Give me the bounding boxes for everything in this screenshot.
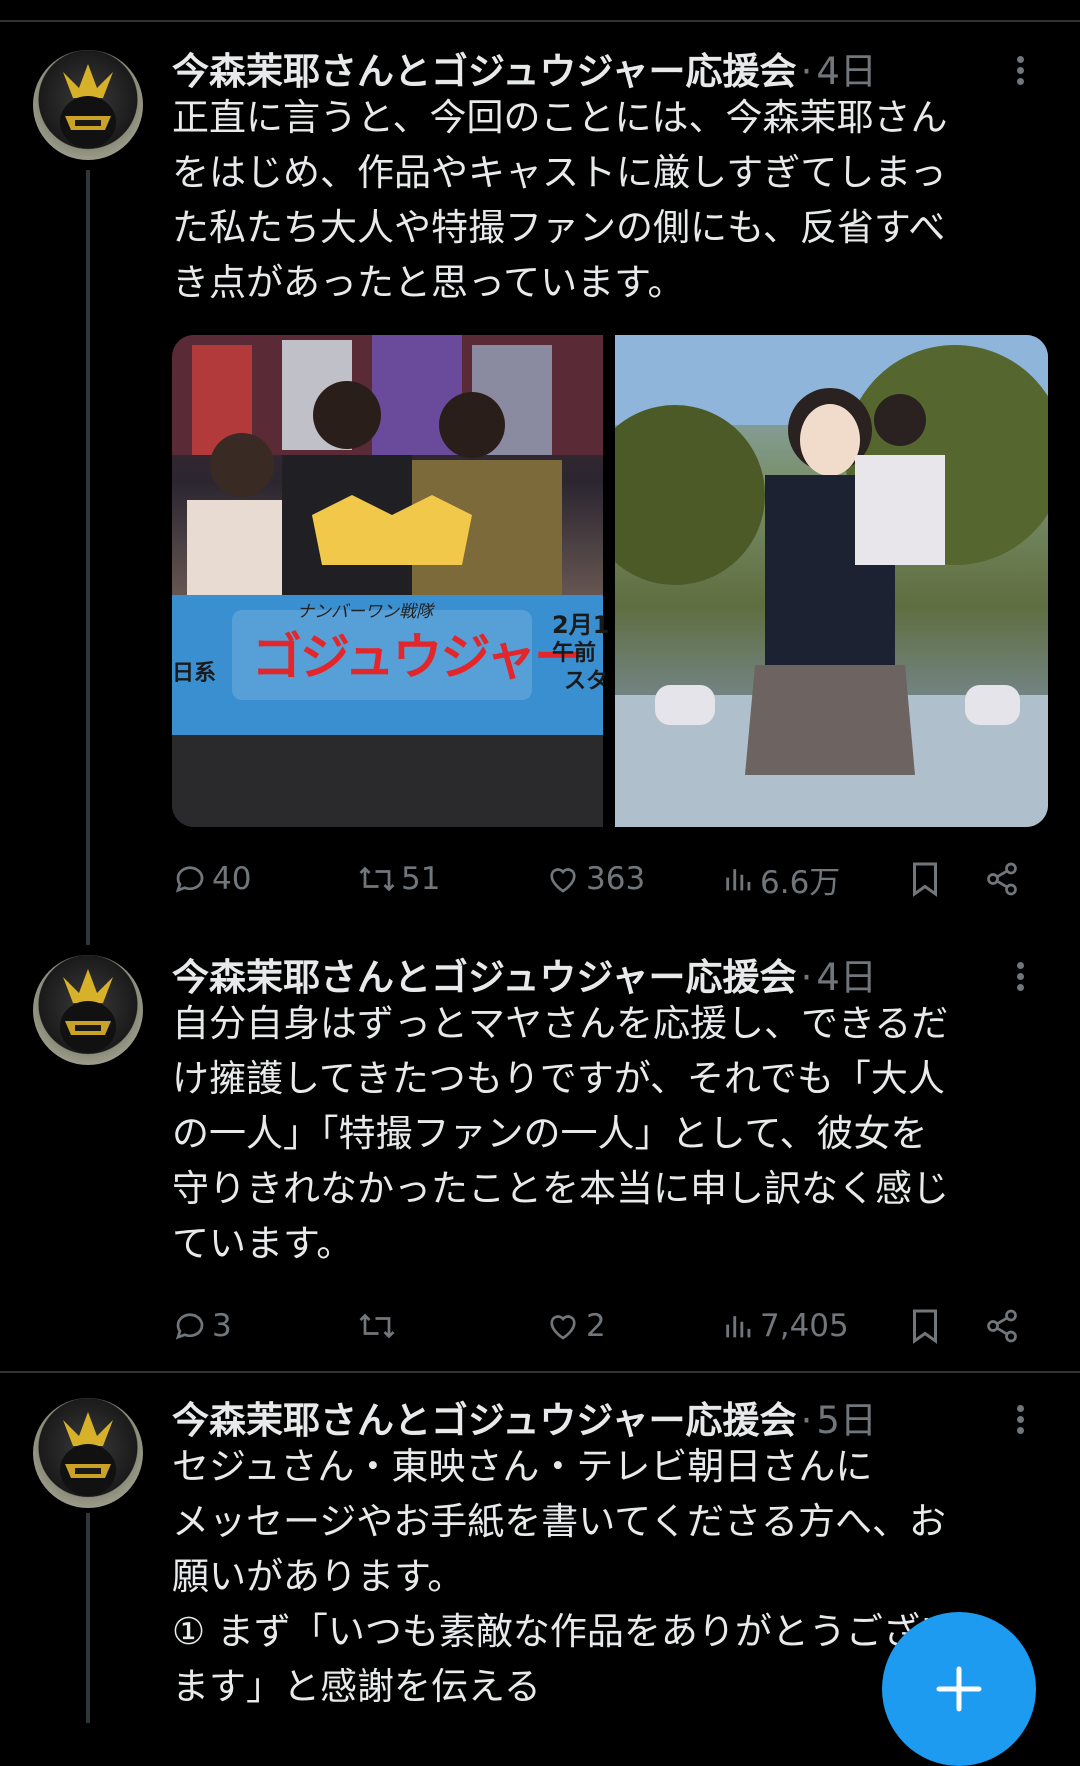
tweet-text: 正直に言うと、今回のことには、今森茉耶さん をはじめ、作品やキャストに厳しすぎて… — [172, 90, 1042, 310]
author-name[interactable]: 今森茉耶さんとゴジュウジャー応援会 — [172, 50, 797, 93]
author-name[interactable]: 今森茉耶さんとゴジュウジャー応援会 — [172, 956, 797, 999]
views-icon — [726, 1316, 751, 1338]
repost-icon — [359, 866, 395, 892]
ranger-helmet-icon — [60, 1412, 116, 1496]
ranger-helmet-icon — [60, 969, 116, 1053]
tweet-line: き点があったと思っています。 — [172, 261, 685, 304]
bookmark-button[interactable] — [909, 1304, 945, 1348]
like-count: 363 — [586, 861, 646, 897]
reply-button[interactable]: 40 — [172, 857, 251, 901]
bookmark-icon — [913, 862, 937, 897]
reply-icon — [175, 1313, 204, 1340]
separator-dot: · — [800, 956, 813, 999]
avatar[interactable] — [33, 1398, 143, 1508]
like-button[interactable]: 363 — [544, 857, 645, 901]
author-name[interactable]: 今森茉耶さんとゴジュウジャー応援会 — [172, 1399, 797, 1442]
tweet-2[interactable]: 今森茉耶さんとゴジュウジャー応援会 · 4日 自分自身はずっとマヤさんを応援し、でき… — [0, 930, 1080, 1370]
repost-count: 51 — [401, 861, 441, 897]
bookmark-button[interactable] — [909, 857, 945, 901]
tweet-line: ています。 — [172, 1222, 354, 1265]
timestamp[interactable]: 5日 — [816, 1399, 877, 1442]
tweet-line: た私たち大人や特撮ファンの側にも、反省すべ — [172, 206, 946, 249]
heart-icon — [550, 868, 576, 893]
views-button[interactable]: 7,405 — [722, 1304, 849, 1348]
share-button[interactable] — [984, 857, 1024, 901]
reply-icon — [175, 866, 204, 893]
repost-icon — [359, 1313, 395, 1339]
avatar[interactable] — [33, 955, 143, 1065]
ranger-helmet-icon — [60, 64, 116, 148]
action-bar: 3 2 7,405 — [172, 1304, 1042, 1348]
photo-cast-illustration — [172, 335, 603, 827]
banner-left-text: 日系 — [172, 661, 217, 686]
tweet-line: け擁護してきたつもりですが、それでも「大人 — [172, 1057, 945, 1100]
more-icon[interactable] — [1010, 52, 1030, 92]
media-grid: ナンバーワン戦隊 ゴジュウジャー 日系 2月1 午前 スタ — [172, 335, 1048, 827]
tweet-line: 正直に言うと、今回のことには、今森茉耶さん — [172, 96, 948, 139]
view-count: 6.6万 — [760, 864, 841, 901]
more-icon[interactable] — [1010, 958, 1030, 998]
photo-cast-event[interactable]: ナンバーワン戦隊 ゴジュウジャー 日系 2月1 午前 スタ — [172, 335, 609, 827]
banner-right-text: スタ — [564, 669, 609, 694]
heart-icon — [550, 1315, 576, 1340]
timestamp[interactable]: 4日 — [816, 50, 877, 93]
separator-dot: · — [800, 1399, 813, 1442]
tweet-line: 守りきれなかったことを本当に申し訳なく感じ — [172, 1167, 949, 1210]
banner-title-text: ゴジュウジャー — [252, 628, 584, 686]
tweet-line: 願いがあります。 — [172, 1555, 465, 1598]
share-button[interactable] — [984, 1304, 1024, 1348]
tweet-line: をはじめ、作品やキャストに厳しすぎてしまっ — [172, 151, 947, 194]
more-icon[interactable] — [1010, 1401, 1030, 1441]
separator-dot: · — [800, 50, 813, 93]
tweet-header: 今森茉耶さんとゴジュウジャー応援会 · 4日 — [172, 48, 877, 96]
plus-icon — [936, 1666, 982, 1712]
compose-button[interactable] — [882, 1612, 1036, 1766]
like-button[interactable]: 2 — [544, 1304, 606, 1348]
tweet-line: の一人」「特撮ファンの一人」として、彼女を — [172, 1112, 928, 1155]
tweet-line: 自分自身はずっとマヤさんを応援し、できるだ — [172, 1002, 949, 1045]
bookmark-icon — [913, 1309, 937, 1344]
tweet-header: 今森茉耶さんとゴジュウジャー応援会 · 5日 — [172, 1397, 877, 1445]
tweet-header: 今森茉耶さんとゴジュウジャー応援会 · 4日 — [172, 954, 877, 1002]
avatar[interactable] — [33, 50, 143, 160]
tweet-1[interactable]: 今森茉耶さんとゴジュウジャー応援会 · 4日 正直に言うと、今回のことには、今森茉耶… — [0, 0, 1080, 945]
tweet-line: メッセージやお手紙を書いてくださる方へ、お — [172, 1500, 947, 1543]
views-icon — [726, 869, 751, 891]
timestamp[interactable]: 4日 — [816, 956, 877, 999]
tweet-line: セジュさん・東映さん・テレビ朝日さんに — [172, 1445, 873, 1488]
like-count: 2 — [586, 1308, 606, 1344]
photo-outdoor[interactable] — [585, 335, 1048, 827]
thread-line — [86, 1513, 90, 1723]
repost-button[interactable] — [357, 1304, 401, 1348]
reply-count: 40 — [212, 861, 252, 897]
views-button[interactable]: 6.6万 — [722, 857, 840, 901]
action-bar: 40 51 363 6.6万 — [172, 857, 1042, 901]
view-count: 7,405 — [760, 1308, 849, 1344]
reply-button[interactable]: 3 — [172, 1304, 232, 1348]
share-icon — [987, 862, 1017, 896]
photo-outdoor-illustration — [585, 335, 1048, 827]
repost-button[interactable]: 51 — [357, 857, 440, 901]
reply-count: 3 — [212, 1308, 232, 1344]
thread-line — [86, 170, 90, 945]
tweet-text: 自分自身はずっとマヤさんを応援し、できるだ け擁護してきたつもりですが、それでも… — [172, 996, 1042, 1271]
share-icon — [987, 1309, 1017, 1343]
